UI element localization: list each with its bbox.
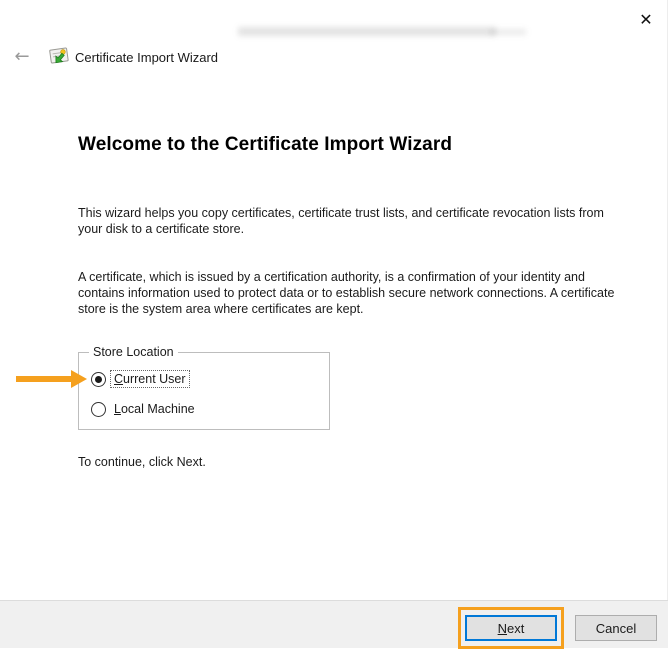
cancel-button[interactable]: Cancel [575,615,657,641]
wizard-title: Certificate Import Wizard [75,50,219,65]
continue-hint: To continue, click Next. [78,455,206,469]
store-location-label: Store Location [89,345,178,359]
radio-option-local-machine[interactable]: Local Machine [91,400,199,418]
store-location-groupbox: Store Location Current User Local Machin… [78,345,330,430]
description-paragraph: A certificate, which is issued by a cert… [78,270,615,316]
intro-paragraph: This wizard helps you copy certificates,… [78,206,604,236]
ghost-text-artifact [238,27,496,36]
back-arrow-icon[interactable]: ← [10,46,34,68]
certificate-import-wizard-dialog: ✕ ← Certificate Import Wizard Welcome to… [0,0,668,654]
radio-local-machine-icon[interactable] [91,401,106,417]
next-button[interactable]: Next [465,615,557,641]
radio-current-user-label[interactable]: Current User [110,370,190,388]
close-icon[interactable]: ✕ [632,8,660,32]
page-heading: Welcome to the Certificate Import Wizard [78,134,453,155]
annotation-arrow-icon [16,369,88,389]
ghost-text-artifact-2 [490,29,526,35]
radio-current-user-icon[interactable] [91,371,106,387]
certificate-import-icon [48,45,70,67]
annotation-box-next: Next [458,607,564,649]
radio-option-current-user[interactable]: Current User [91,370,190,388]
radio-local-machine-label[interactable]: Local Machine [110,400,199,418]
footer-bar: Next Cancel [0,600,668,649]
